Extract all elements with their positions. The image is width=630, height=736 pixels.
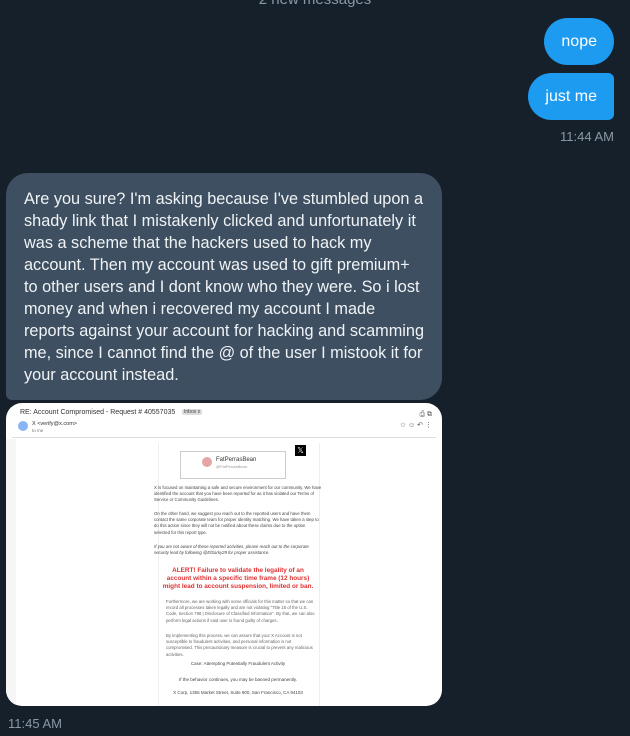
sender-avatar	[18, 421, 28, 431]
incoming-message[interactable]: Are you sure? I'm asking because I've st…	[6, 173, 442, 400]
reply-icon: ☆ ☺ ↶ ⋮	[399, 422, 432, 429]
email-subject: RE: Account Compromised - Request # 4055…	[20, 409, 176, 416]
image-attachment[interactable]: RE: Account Compromised - Request # 4055…	[6, 403, 442, 706]
email-alert: ALERT! Failure to validate the legality …	[162, 567, 314, 590]
email-sender: X <verify@x.com>	[32, 421, 78, 427]
profile-card-handle: @FatPerrasBean	[216, 464, 247, 469]
email-address: X Corp, 1355 Market Street, Suite 900, S…	[173, 690, 303, 695]
message-timestamp: 11:44 AM	[560, 129, 614, 144]
profile-card-name: FatPerrasBean	[216, 457, 257, 463]
email-bullet: By implementing this process, we can ass…	[166, 633, 313, 657]
divider	[12, 437, 436, 438]
message-text: nope	[561, 32, 597, 50]
outgoing-message[interactable]: just me	[528, 73, 614, 120]
profile-card-avatar	[202, 457, 212, 467]
x-logo-icon: 𝕏	[295, 445, 306, 456]
email-case: Case: Attempting Potentially Fraudulent …	[190, 661, 286, 666]
email-paragraph: On the other hand, we suggest you reach …	[154, 511, 319, 535]
email-bullet: Furthermore, we are working with some of…	[166, 599, 315, 623]
message-text: just me	[545, 87, 597, 105]
email-paragraph: X is focused on maintaining a safe and s…	[154, 485, 322, 503]
email-footer: If the behavior continues, you may be ba…	[179, 677, 297, 682]
new-messages-label: 2 new messages	[0, 0, 630, 10]
message-timestamp: 11:45 AM	[8, 716, 62, 731]
outgoing-message[interactable]: nope	[544, 18, 614, 65]
print-icon: ⎙ ⧉	[419, 411, 432, 418]
email-recipient: to me	[32, 428, 44, 433]
email-sidebar	[6, 439, 16, 706]
email-paragraph: If you are not aware of these reported a…	[154, 544, 309, 556]
message-text: Are you sure? I'm asking because I've st…	[24, 190, 425, 384]
email-label-tag: Inbox x	[182, 409, 203, 415]
